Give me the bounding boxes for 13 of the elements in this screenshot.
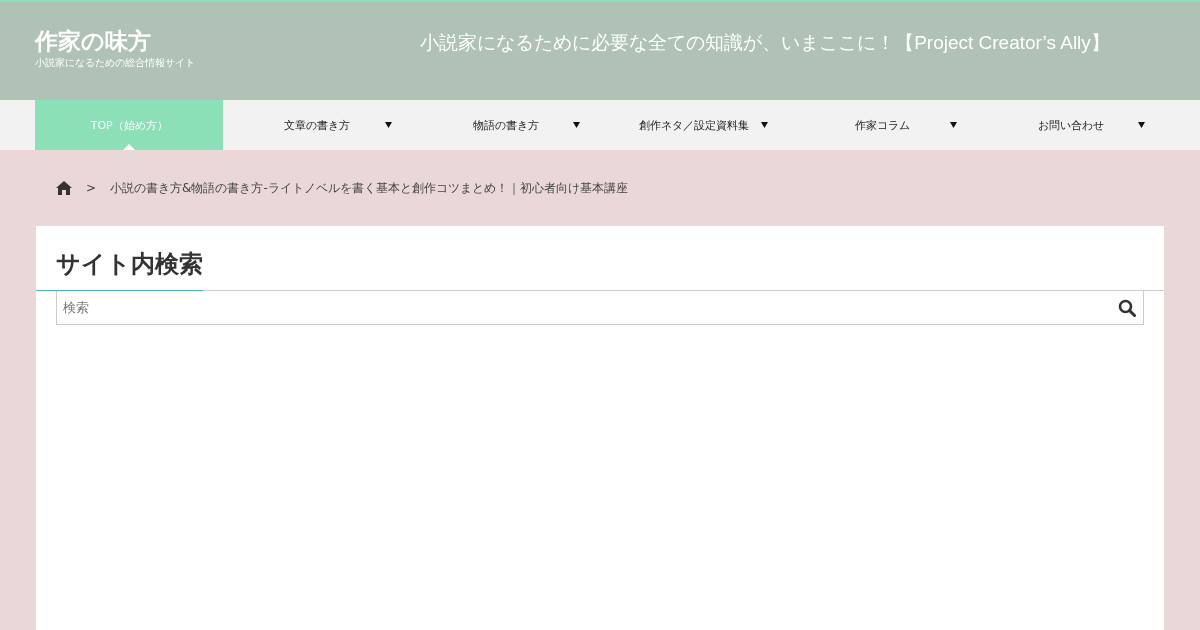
search-field[interactable]: 検索 [56, 291, 1144, 325]
breadcrumb-current: 小説の書き方&物語の書き方-ライトノベルを書く基本と創作コツまとめ！｜初心者向け基本講座 [110, 179, 628, 197]
nav-item[interactable]: 文章の書き方 [223, 100, 412, 150]
nav-item[interactable]: 物語の書き方 [411, 100, 600, 150]
site-subtitle: 小説家になるための総合情報サイト [35, 55, 196, 70]
nav-item[interactable]: 創作ネタ／設定資料集 [600, 100, 789, 150]
nav-item[interactable]: 作家コラム [788, 100, 977, 150]
breadcrumb-separator: > [86, 181, 97, 195]
active-notch-icon [123, 144, 136, 150]
search-icon[interactable] [1118, 299, 1136, 317]
home-icon[interactable] [56, 181, 72, 195]
site-tagline: 小説家になるために必要な全ての知識が、いまここに！【Project Creator’s Ally】 [419, 31, 1111, 55]
nav-item[interactable]: お問い合わせ [976, 100, 1165, 150]
